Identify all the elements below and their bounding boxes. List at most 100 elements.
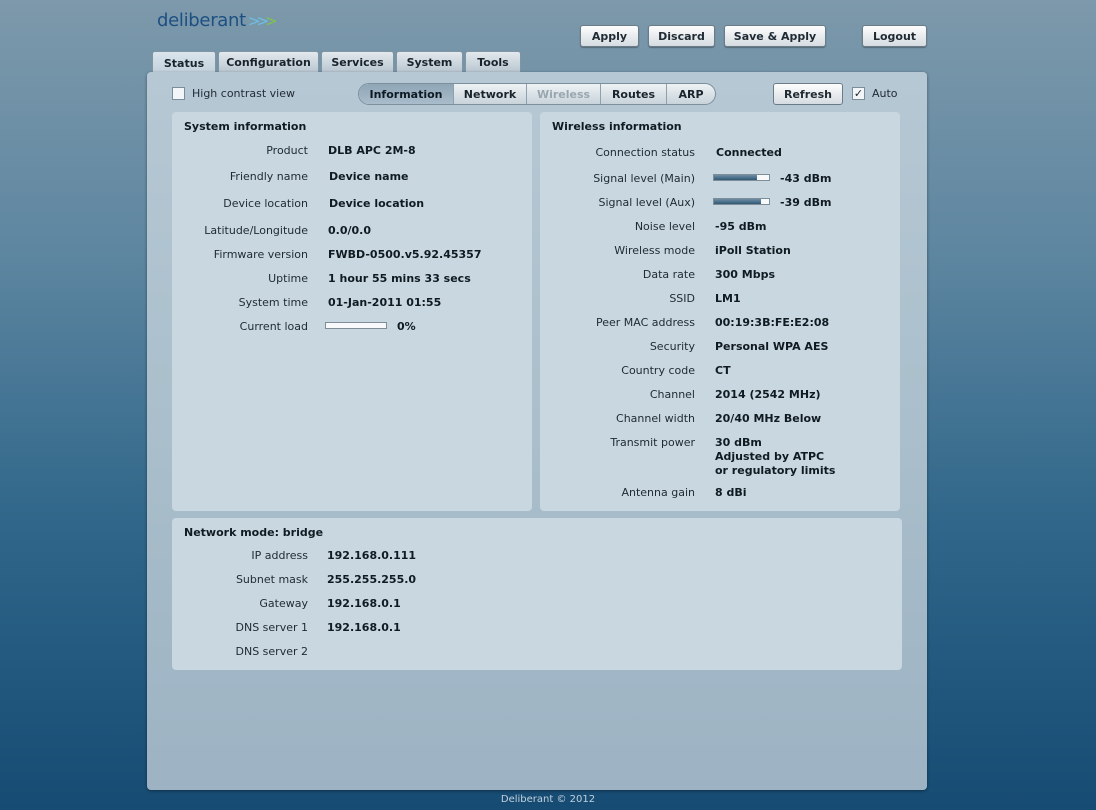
system-label: Device location: [223, 197, 308, 210]
wireless-row: Channel 2014 (2542 MHz): [540, 388, 900, 402]
auto-refresh-toggle[interactable]: ✓ Auto: [852, 87, 898, 100]
auto-refresh-label: Auto: [872, 87, 898, 100]
subtab-routes[interactable]: Routes: [601, 84, 667, 104]
signal-aux-fill: [714, 199, 761, 204]
wireless-row: Wireless mode iPoll Station: [540, 244, 900, 258]
system-row: Latitude/Longitude 0.0/0.0: [172, 224, 532, 238]
logout-button[interactable]: Logout: [862, 25, 927, 47]
wireless-label: Peer MAC address: [595, 316, 695, 329]
wireless-value: CT: [715, 364, 731, 377]
subtab-network[interactable]: Network: [454, 84, 527, 104]
wireless-label: Noise level: [634, 220, 695, 233]
signal-main-bar: [713, 174, 770, 181]
high-contrast-label: High contrast view: [192, 87, 295, 100]
wireless-row: Country code CT: [540, 364, 900, 378]
current-load-bar: [325, 322, 387, 329]
system-value: Device location: [329, 197, 425, 210]
wireless-value: 2014 (2542 MHz): [715, 388, 821, 401]
wireless-row: Security Personal WPA AES: [540, 340, 900, 354]
wireless-label: SSID: [669, 292, 695, 305]
system-row: Current load 0%: [172, 320, 532, 334]
system-value: 1 hour 55 mins 33 secs: [328, 272, 471, 285]
save-apply-button[interactable]: Save & Apply: [724, 25, 826, 47]
subtab-wireless: Wireless: [527, 84, 601, 104]
high-contrast-toggle[interactable]: High contrast view: [172, 87, 295, 100]
system-value: FWBD-0500.v5.92.45357: [328, 248, 482, 261]
brand-logo: deliberant >>>: [157, 10, 278, 31]
wireless-row: SSID LM1: [540, 292, 900, 306]
network-row: DNS server 2: [172, 645, 532, 659]
system-row: Friendly name Device name: [172, 170, 532, 184]
system-label: Current load: [239, 320, 308, 333]
network-value: 192.168.0.1: [327, 597, 401, 610]
system-info-title: System information: [184, 120, 307, 133]
wireless-value: 30 dBm: [715, 436, 762, 449]
wireless-row: Noise level -95 dBm: [540, 220, 900, 234]
wireless-label: Channel width: [616, 412, 695, 425]
system-value: DLB APC 2M-8: [328, 144, 416, 157]
wireless-value: Connected: [716, 146, 782, 159]
system-row: Firmware version FWBD-0500.v5.92.45357: [172, 248, 532, 262]
wireless-label: Antenna gain: [621, 486, 695, 499]
system-info-box: System information Product DLB APC 2M-8 …: [172, 112, 532, 511]
wireless-value: 00:19:3B:FE:E2:08: [715, 316, 830, 329]
current-load-value: 0%: [397, 320, 416, 333]
network-label: DNS server 1: [235, 621, 309, 634]
system-label: Uptime: [268, 272, 308, 285]
wireless-value: -43 dBm: [780, 172, 832, 185]
system-label: System time: [238, 296, 308, 309]
tab-services[interactable]: Services: [321, 51, 394, 73]
apply-button[interactable]: Apply: [580, 25, 639, 47]
system-row: Device location Device location: [172, 197, 532, 211]
subtab-arp[interactable]: ARP: [667, 84, 715, 104]
tab-status[interactable]: Status: [152, 51, 216, 74]
network-value: 192.168.0.111: [327, 549, 417, 562]
high-contrast-checkbox[interactable]: [172, 87, 185, 100]
system-label: Product: [266, 144, 308, 157]
system-value: 01-Jan-2011 01:55: [328, 296, 442, 309]
wireless-row: Channel width 20/40 MHz Below: [540, 412, 900, 426]
network-row: IP address 192.168.0.111: [172, 549, 532, 563]
network-label: Gateway: [259, 597, 308, 610]
wireless-value: LM1: [715, 292, 741, 305]
wireless-value: 300 Mbps: [715, 268, 776, 281]
refresh-button[interactable]: Refresh: [773, 83, 843, 105]
network-row: Subnet mask 255.255.255.0: [172, 573, 532, 587]
wireless-info-box: Wireless information Connection status C…: [540, 112, 900, 511]
system-row: Product DLB APC 2M-8: [172, 144, 532, 158]
transmit-note: Adjusted by ATPC: [715, 450, 825, 463]
status-panel: High contrast view Information Network W…: [147, 72, 927, 790]
wireless-value: 8 dBi: [715, 486, 747, 499]
wireless-label: Security: [649, 340, 695, 353]
status-subtabs: Information Network Wireless Routes ARP: [358, 83, 716, 105]
auto-refresh-checkbox[interactable]: ✓: [852, 87, 865, 100]
wireless-value: -95 dBm: [715, 220, 767, 233]
wireless-value: Personal WPA AES: [715, 340, 829, 353]
tab-tools[interactable]: Tools: [465, 51, 521, 73]
brand-name: deliberant: [157, 10, 246, 31]
wireless-label: Transmit power: [610, 436, 695, 449]
network-value: 192.168.0.1: [327, 621, 401, 634]
network-row: DNS server 1 192.168.0.1: [172, 621, 532, 635]
logo-arrows-icon: >>>: [247, 12, 278, 30]
system-value: Device name: [329, 170, 409, 183]
subtab-information[interactable]: Information: [359, 84, 454, 104]
network-label: Subnet mask: [235, 573, 308, 586]
wireless-label: Connection status: [595, 146, 695, 159]
wireless-value: iPoll Station: [715, 244, 791, 257]
wireless-label: Signal level (Main): [593, 172, 695, 185]
wireless-value: 20/40 MHz Below: [715, 412, 822, 425]
checkmark-icon: ✓: [853, 87, 864, 100]
system-row: System time 01-Jan-2011 01:55: [172, 296, 532, 310]
wireless-label: Country code: [621, 364, 695, 377]
discard-button[interactable]: Discard: [648, 25, 715, 47]
system-label: Friendly name: [229, 170, 308, 183]
system-label: Firmware version: [213, 248, 308, 261]
tab-configuration[interactable]: Configuration: [218, 51, 319, 73]
system-row: Uptime 1 hour 55 mins 33 secs: [172, 272, 532, 286]
wireless-row: Data rate 300 Mbps: [540, 268, 900, 282]
wireless-row: Signal level (Aux) -39 dBm: [540, 196, 900, 210]
wireless-row: Signal level (Main) -43 dBm: [540, 172, 900, 186]
tab-system[interactable]: System: [396, 51, 463, 73]
wireless-label: Wireless mode: [614, 244, 695, 257]
